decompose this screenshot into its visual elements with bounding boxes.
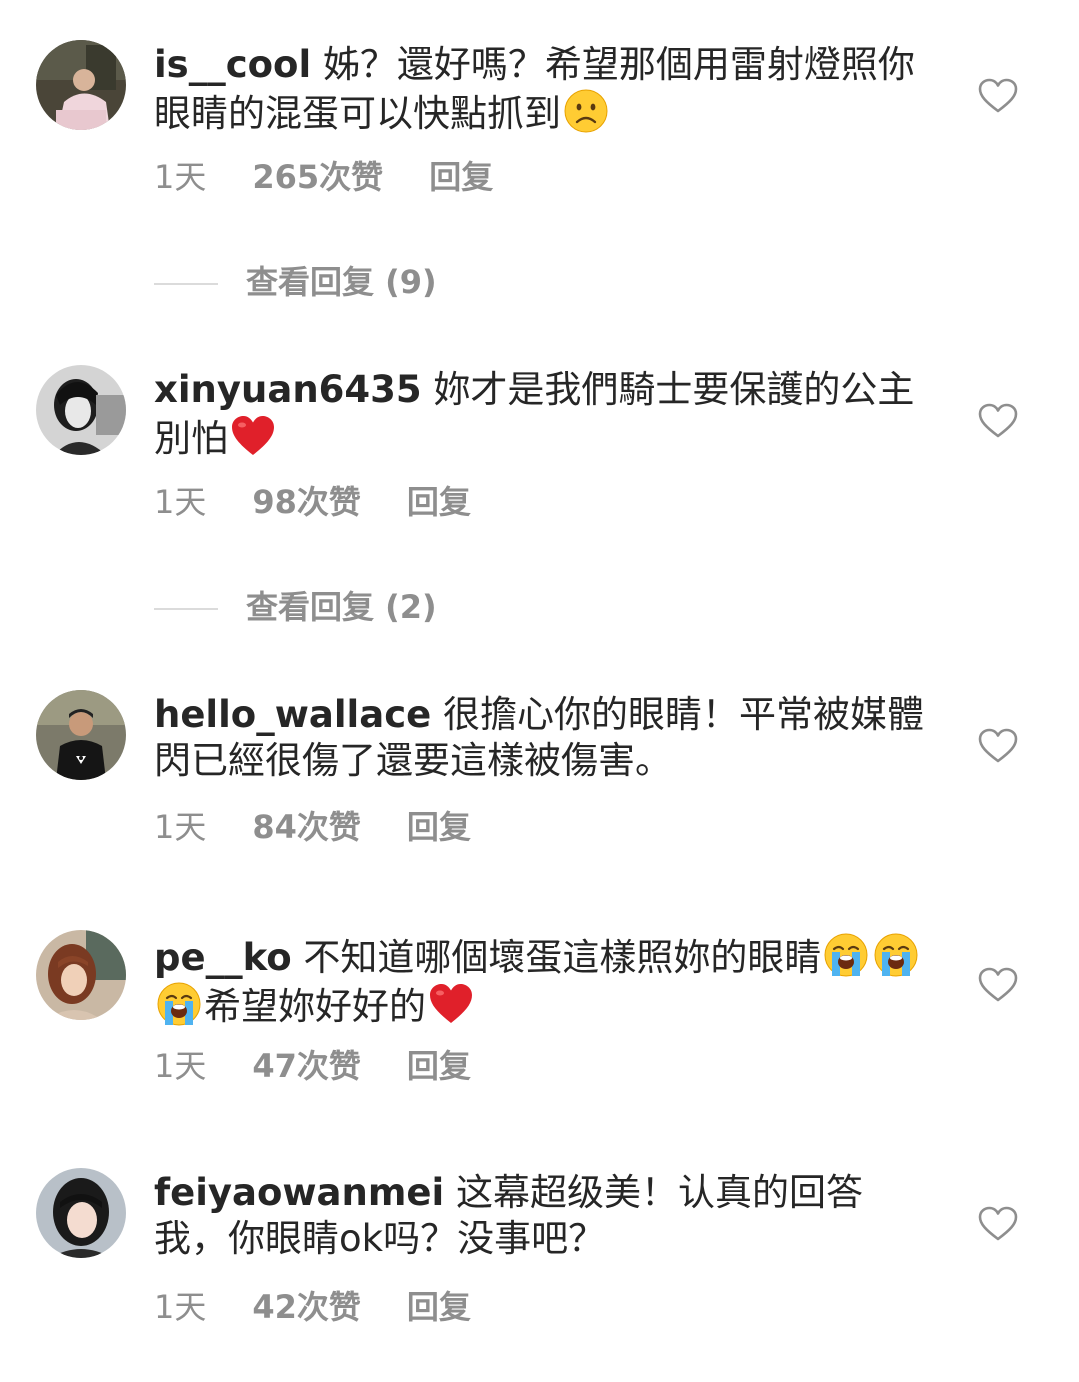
loudly-crying-face-emoji-icon [823,932,869,978]
comment-likes-count[interactable]: 42次赞 [252,1287,361,1327]
like-heart-icon[interactable] [978,78,1018,114]
comment-text: xinyuan6435 妳才是我們騎士要保護的公主 別怕 [154,367,924,462]
comment-likes-count[interactable]: 47次赞 [252,1046,361,1086]
comment-text: feiyaowanmei 这幕超级美！认真的回答我，你眼睛ok吗？没事吧？ [154,1170,924,1262]
avatar[interactable] [36,40,126,130]
loudly-crying-face-emoji-icon [156,981,202,1027]
avatar[interactable] [36,690,126,780]
comment-body: 不知道哪個壞蛋這樣照妳的眼睛 [303,936,822,979]
frowning-face-emoji-icon [563,88,609,134]
view-replies-label: 查看回复 (9) [246,263,437,301]
reply-button[interactable]: 回复 [407,1287,471,1327]
comment-username[interactable]: xinyuan6435 [154,368,422,411]
view-replies-label: 查看回复 (2) [246,588,437,626]
comment-text: pe__ko 不知道哪個壞蛋這樣照妳的眼睛希望妳好好的 [154,932,924,1030]
comment-text: hello_wallace 很擔心你的眼睛！平常被媒體閃已經很傷了還要這樣被傷害… [154,692,924,784]
like-heart-icon[interactable] [978,967,1018,1003]
comment-time: 1天 [154,808,207,846]
comment-meta: 1天 42次赞 回复 [154,1287,471,1327]
reply-button[interactable]: 回复 [407,807,471,847]
view-replies-button[interactable]: 查看回复 (2) [154,587,437,627]
comment-text: is__cool 姊？還好嗎？希望那個用雷射燈照你眼睛的混蛋可以快點抓到 [154,42,924,137]
like-heart-icon[interactable] [978,403,1018,439]
comment-username[interactable]: is__cool [154,43,311,86]
comment-meta: 1天 98次赞 回复 [154,482,471,522]
avatar[interactable] [36,1168,126,1258]
comment-username[interactable]: feiyaowanmei [154,1171,444,1214]
loudly-crying-face-emoji-icon [873,932,919,978]
comment-likes-count[interactable]: 84次赞 [252,807,361,847]
red-heart-emoji-icon [230,413,276,459]
comment-username[interactable]: hello_wallace [154,693,431,736]
avatar[interactable] [36,365,126,455]
comment-likes-count[interactable]: 265次赞 [252,157,383,197]
like-heart-icon[interactable] [978,728,1018,764]
avatar[interactable] [36,930,126,1020]
comment-body-continued: 希望妳好好的 [204,985,426,1028]
comment-time: 1天 [154,1288,207,1326]
reply-button[interactable]: 回复 [407,482,471,522]
reply-button[interactable]: 回复 [407,1046,471,1086]
view-replies-divider [154,283,218,285]
red-heart-emoji-icon [428,981,474,1027]
comment-time: 1天 [154,1047,207,1085]
like-heart-icon[interactable] [978,1206,1018,1242]
view-replies-button[interactable]: 查看回复 (9) [154,262,437,302]
comment-meta: 1天 265次赞 回复 [154,157,493,197]
comment-meta: 1天 84次赞 回复 [154,807,471,847]
comment-meta: 1天 47次赞 回复 [154,1046,471,1086]
comment-likes-count[interactable]: 98次赞 [252,482,361,522]
reply-button[interactable]: 回复 [429,157,493,197]
comment-time: 1天 [154,158,207,196]
view-replies-divider [154,608,218,610]
comment-username[interactable]: pe__ko [154,936,292,979]
comment-time: 1天 [154,483,207,521]
